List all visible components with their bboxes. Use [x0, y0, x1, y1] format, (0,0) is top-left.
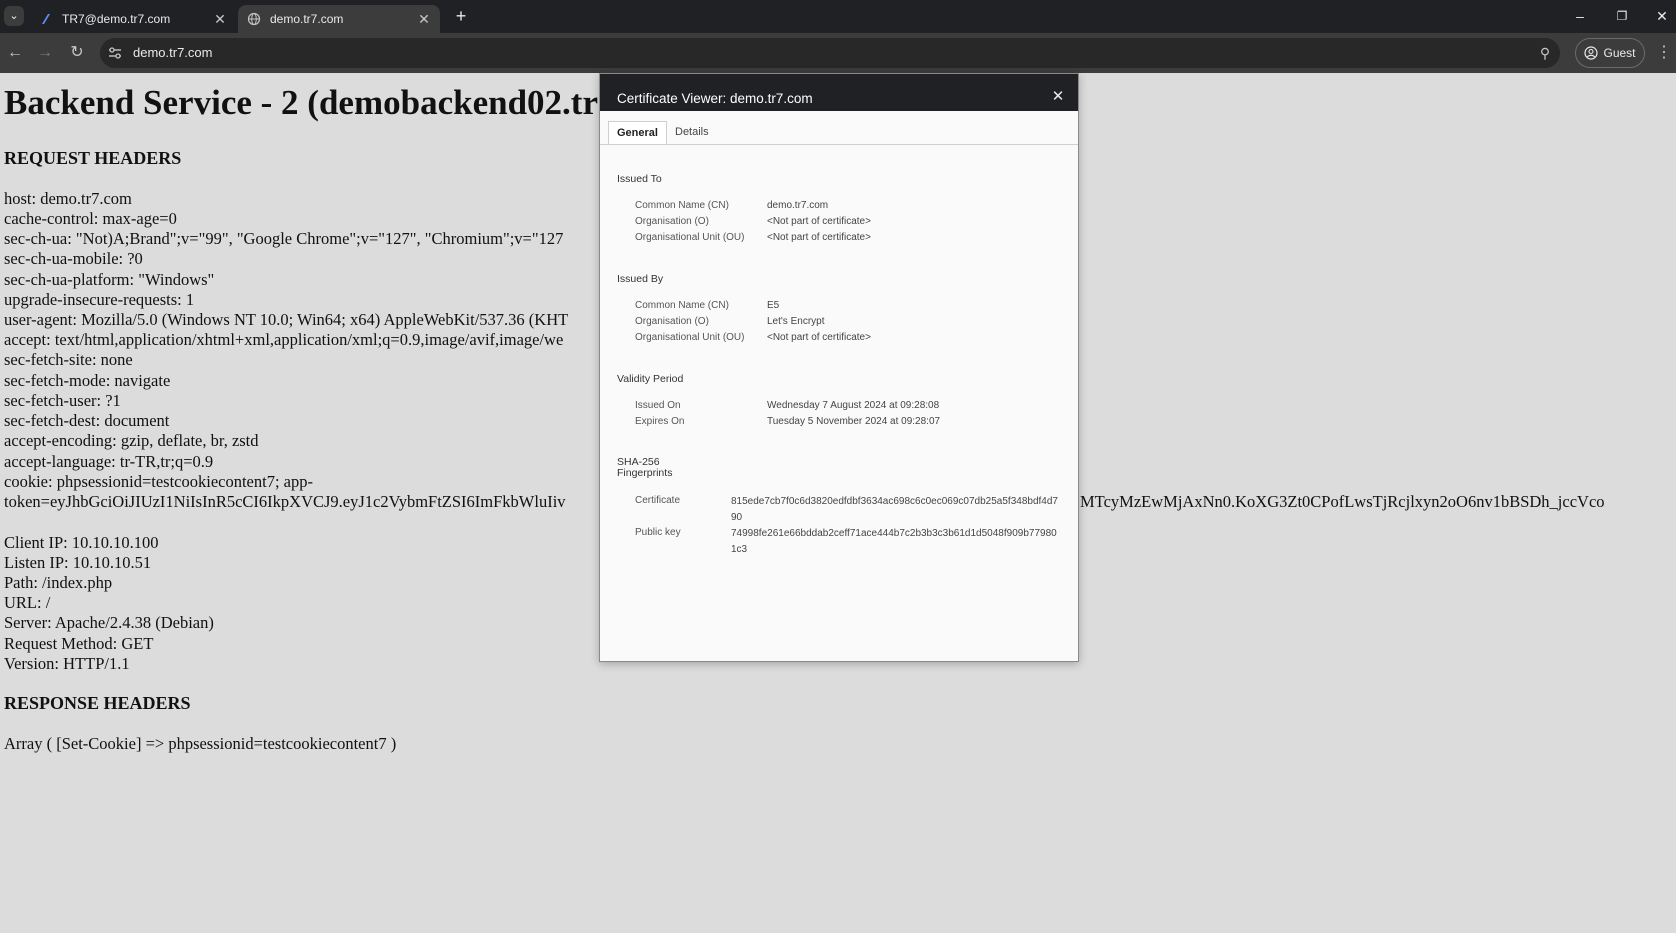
field-label: Issued On: [635, 400, 681, 411]
request-header-line: sec-fetch-mode: navigate: [4, 371, 171, 390]
request-header-line: host: demo.tr7.com: [4, 189, 132, 208]
info-line: Version: HTTP/1.1: [4, 654, 130, 673]
public-key-fingerprint-value: 74998fe261e66bddab2ceff71ace444b7c2b3b3c…: [731, 528, 1057, 555]
request-header-line: cache-control: max-age=0: [4, 209, 177, 228]
info-line: Client IP: 10.10.10.100: [4, 533, 159, 552]
reload-icon[interactable]: ↻: [65, 41, 89, 65]
profile-button[interactable]: Guest: [1575, 38, 1645, 68]
request-header-line: upgrade-insecure-requests: 1: [4, 290, 195, 309]
close-window-icon[interactable]: ✕: [1652, 6, 1672, 26]
tab-strip: ⌄ TR7@demo.tr7.com ✕ demo.tr7.com ✕ + – …: [0, 0, 1676, 33]
tr7-favicon-icon: [38, 11, 54, 27]
tab-title: TR7@demo.tr7.com: [62, 12, 171, 26]
request-header-line: sec-ch-ua: "Not)A;Brand";v="99", "Google…: [4, 229, 564, 248]
tab-search-chevron-down-icon[interactable]: ⌄: [4, 6, 24, 26]
field-value: Let's Encrypt: [767, 316, 825, 327]
field-label: Organisational Unit (OU): [635, 232, 745, 243]
more-menu-icon[interactable]: ⋮: [1652, 41, 1676, 65]
tab-details[interactable]: Details: [667, 121, 717, 144]
response-header-line: Array ( [Set-Cookie] => phpsessionid=tes…: [4, 734, 397, 753]
field-value: Wednesday 7 August 2024 at 09:28:08: [767, 400, 940, 411]
request-header-line: sec-fetch-site: none: [4, 350, 133, 369]
cookie-token-tail: MTcyMzEwMjAxNn0.KoXG3Zt0CPofLwsTjRcjlxyn…: [1080, 492, 1605, 511]
tab-title: demo.tr7.com: [270, 12, 344, 26]
issued-by-heading: Issued By: [617, 273, 664, 285]
account-icon: [1584, 46, 1599, 60]
dialog-title: Certificate Viewer: demo.tr7.com: [617, 91, 813, 106]
request-header-line: sec-fetch-dest: document: [4, 411, 170, 430]
field-label: Common Name (CN): [635, 200, 729, 211]
close-tab-icon[interactable]: ✕: [212, 11, 228, 28]
minimize-icon[interactable]: –: [1570, 6, 1590, 26]
request-header-line: user-agent: Mozilla/5.0 (Windows NT 10.0…: [4, 310, 569, 329]
fingerprints-heading-line2: Fingerprints: [617, 467, 673, 479]
zoom-icon[interactable]: ⚲: [1533, 41, 1557, 65]
globe-icon: [246, 11, 262, 27]
field-value: <Not part of certificate>: [767, 332, 871, 343]
field-value: <Not part of certificate>: [767, 216, 871, 227]
issued-to-heading: Issued To: [617, 173, 662, 185]
certificate-viewer-dialog: Certificate Viewer: demo.tr7.com ✕ Gener…: [599, 73, 1079, 662]
request-header-line: accept-language: tr-TR,tr;q=0.9: [4, 452, 214, 471]
restore-icon[interactable]: ❐: [1612, 6, 1632, 26]
info-line: URL: /: [4, 593, 51, 612]
request-header-line: sec-ch-ua-platform: "Windows": [4, 270, 215, 289]
field-value: <Not part of certificate>: [767, 232, 871, 243]
back-arrow-icon[interactable]: ←: [3, 41, 27, 65]
field-label: Certificate: [635, 495, 681, 506]
info-line: Server: Apache/2.4.38 (Debian): [4, 613, 214, 632]
request-headers-title: REQUEST HEADERS: [4, 148, 182, 168]
field-value: E5: [767, 300, 780, 311]
response-headers-title: RESPONSE HEADERS: [4, 693, 191, 713]
dialog-title-bar: Certificate Viewer: demo.tr7.com ✕: [600, 74, 1078, 111]
tab-tr7[interactable]: TR7@demo.tr7.com ✕: [30, 5, 236, 33]
field-value: Tuesday 5 November 2024 at 09:28:07: [767, 416, 941, 427]
dialog-tabs: General Details: [600, 121, 1078, 145]
request-header-line: cookie: phpsessionid=testcookiecontent7;…: [4, 472, 313, 491]
field-value: demo.tr7.com: [767, 200, 829, 211]
field-label: Organisational Unit (OU): [635, 332, 745, 343]
profile-label: Guest: [1603, 46, 1636, 60]
field-label: Organisation (O): [635, 216, 709, 227]
field-label: Organisation (O): [635, 316, 709, 327]
certificate-fingerprint-value: 815ede7cb7f0c6d3820edfdbf3634ac698c6c0ec…: [731, 496, 1058, 523]
forward-arrow-icon[interactable]: →: [33, 41, 57, 65]
request-header-line: token=eyJhbGciOiJIUzI1NiIsInR5cCI6IkpXVC…: [4, 492, 566, 511]
url-text[interactable]: demo.tr7.com: [133, 45, 212, 60]
request-header-line: sec-fetch-user: ?1: [4, 391, 121, 410]
field-label: Expires On: [635, 416, 685, 427]
info-line: Listen IP: 10.10.10.51: [4, 553, 152, 572]
field-label: Common Name (CN): [635, 300, 729, 311]
tab-general[interactable]: General: [608, 121, 667, 144]
tab-demo[interactable]: demo.tr7.com ✕: [238, 5, 440, 33]
site-settings-icon[interactable]: [106, 44, 124, 62]
close-icon[interactable]: ✕: [1048, 87, 1068, 107]
info-line: Path: /index.php: [4, 573, 113, 592]
new-tab-plus-icon[interactable]: +: [450, 5, 472, 27]
fingerprints-heading: SHA-256 Fingerprints: [617, 457, 672, 479]
validity-heading: Validity Period: [617, 373, 684, 385]
close-tab-icon[interactable]: ✕: [416, 11, 432, 28]
request-header-line: sec-ch-ua-mobile: ?0: [4, 249, 143, 268]
field-label: Public key: [635, 527, 681, 538]
info-line: Request Method: GET: [4, 634, 154, 653]
address-bar[interactable]: [100, 38, 1560, 68]
request-header-line: accept-encoding: gzip, deflate, br, zstd: [4, 431, 259, 450]
page-heading: Backend Service - 2 (demobackend02.tr: [4, 83, 598, 122]
request-header-line: accept: text/html,application/xhtml+xml,…: [4, 330, 564, 349]
